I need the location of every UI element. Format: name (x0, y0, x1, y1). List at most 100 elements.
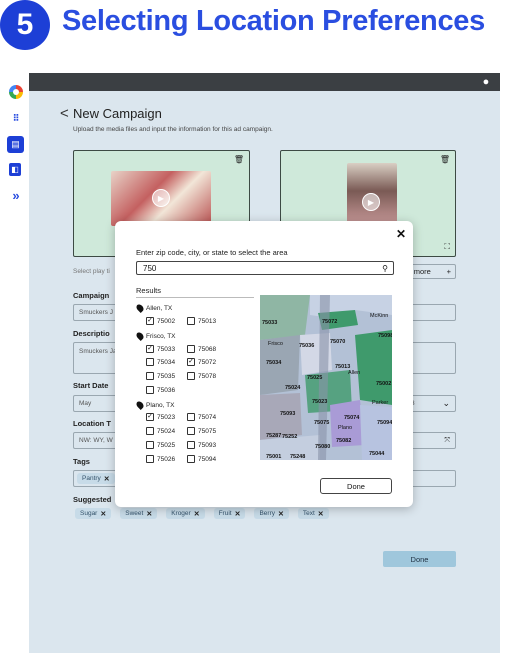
results-heading: Results (136, 286, 162, 295)
close-icon[interactable]: ✕ (396, 227, 406, 241)
suggested-tags-row: Sugar ✕ Sweet ✕ Kroger ✕ Fruit ✕ Berry ✕ Text… (75, 508, 329, 519)
chevron-down-icon: ⌄ (442, 398, 450, 408)
tags-label: Tags (73, 457, 90, 466)
map-label: 75072 (322, 319, 338, 325)
play-icon[interactable]: ▶ (362, 193, 380, 211)
video-thumbnail[interactable]: ▶ (347, 163, 397, 225)
checkbox[interactable] (146, 386, 154, 394)
map-label: 75070 (330, 339, 346, 345)
map-label: McKinn (370, 313, 389, 319)
modal-done-button[interactable]: Done (320, 478, 392, 494)
checkbox[interactable] (187, 372, 195, 380)
checkbox[interactable]: ✓ (146, 345, 154, 353)
location-prompt: Enter zip code, city, or state to select… (136, 248, 288, 257)
suggested-tag-chip[interactable]: Berry ✕ (254, 508, 289, 519)
search-icon[interactable]: ⚲ (382, 264, 388, 273)
zip-option[interactable]: 75068 (187, 345, 216, 353)
zip-option[interactable]: 75024 (146, 427, 175, 435)
remove-tag-icon[interactable]: ✕ (235, 510, 241, 518)
checkbox[interactable] (146, 358, 154, 366)
map-pin-icon (135, 400, 145, 410)
select-play-hint: Select play ti (73, 268, 110, 275)
video-thumbnail[interactable]: ▶ (111, 171, 211, 226)
zip-option[interactable]: ✓ 75023 (146, 413, 175, 421)
zip-option[interactable]: 75094 (187, 455, 216, 463)
zip-option[interactable]: 75093 (187, 441, 216, 449)
remove-tag-icon[interactable]: ✕ (318, 510, 324, 518)
expand-chevron-icon[interactable]: » (9, 188, 23, 203)
suggested-tag-chip[interactable]: Kroger ✕ (166, 508, 205, 519)
fullscreen-icon[interactable]: ⛶ (444, 242, 450, 252)
checkbox[interactable] (187, 317, 195, 325)
campaign-label: Campaign (73, 291, 110, 300)
zip-option[interactable]: ✓ 75033 (146, 345, 175, 353)
remove-tag-icon[interactable]: ✕ (194, 510, 200, 518)
remove-tag-icon[interactable]: ✕ (146, 510, 152, 518)
done-button[interactable]: Done (383, 551, 456, 567)
zip-option[interactable]: 75034 (146, 358, 175, 366)
map-label: 75248 (290, 454, 306, 460)
checkbox[interactable] (146, 372, 154, 380)
map-label: 75287 (266, 433, 282, 439)
checkbox[interactable] (146, 441, 154, 449)
play-icon[interactable]: ▶ (152, 189, 170, 207)
trash-icon[interactable]: 🗑 (234, 155, 244, 164)
checkbox[interactable]: ✓ (146, 317, 154, 325)
checkbox[interactable]: ✓ (187, 358, 195, 366)
zip-option[interactable]: 75075 (187, 427, 216, 435)
add-more-label: l more (410, 267, 431, 276)
map-label: 75098 (378, 333, 392, 339)
zip-option[interactable]: 75078 (187, 372, 216, 380)
map-label: Allen (348, 370, 361, 376)
back-chevron-icon[interactable]: < (60, 105, 69, 122)
location-label: Location T (73, 419, 111, 428)
zip-option[interactable]: 75026 (146, 455, 175, 463)
zip-option[interactable]: 75025 (146, 441, 175, 449)
map-label: 75252 (282, 434, 298, 440)
remove-tag-icon[interactable]: ✕ (278, 510, 284, 518)
map-label: 75036 (299, 343, 315, 349)
map-label: 75044 (369, 451, 385, 457)
map-label: 75080 (315, 444, 331, 450)
suggested-tag-chip[interactable]: Sweet ✕ (120, 508, 158, 519)
plus-icon: + (446, 267, 451, 276)
checkbox[interactable] (187, 427, 195, 435)
document-icon[interactable]: ▤ (7, 136, 24, 153)
checkbox[interactable] (146, 455, 154, 463)
page-subtitle: Upload the media files and input the inf… (73, 126, 273, 133)
checkbox[interactable]: ✓ (146, 413, 154, 421)
suggested-tag-chip[interactable]: Fruit ✕ (213, 508, 246, 519)
checkbox[interactable] (146, 427, 154, 435)
tag-chip[interactable]: Pantry ✕ (77, 473, 115, 484)
zip-option[interactable]: 75013 (187, 317, 216, 325)
checkbox[interactable] (187, 455, 195, 463)
checkbox[interactable] (187, 413, 195, 421)
remove-tag-icon[interactable]: ✕ (104, 475, 110, 483)
map-label: 75093 (280, 411, 296, 417)
zip-option[interactable]: ✓ 75072 (187, 358, 216, 366)
app-logo-icon[interactable] (9, 85, 23, 99)
apps-grid-icon[interactable]: ⠿ (9, 111, 23, 125)
zip-option[interactable]: ✓ 75002 (146, 317, 175, 325)
location-search-input[interactable]: 750 ⚲ (136, 261, 394, 275)
contacts-icon[interactable]: ◧ (9, 163, 21, 176)
trash-icon[interactable]: 🗑 (440, 155, 450, 164)
step-number-badge: 5 (0, 0, 50, 50)
user-icon[interactable]: ● (480, 76, 492, 88)
city-allen: Allen, TX (135, 303, 172, 313)
map-label: 75025 (307, 375, 323, 381)
zip-area-map[interactable]: 75033 75072 McKinn 75036 75070 75034 750… (260, 295, 392, 460)
checkbox[interactable] (187, 441, 195, 449)
checkbox[interactable] (187, 345, 195, 353)
suggested-tag-chip[interactable]: Text ✕ (297, 508, 329, 519)
zip-option[interactable]: 75036 (146, 386, 175, 394)
suggested-tag-chip[interactable]: Sugar ✕ (75, 508, 112, 519)
expand-icon[interactable]: ⤧ (444, 437, 450, 445)
city-frisco: Frisco, TX (135, 331, 176, 341)
zip-option[interactable]: 75074 (187, 413, 216, 421)
remove-tag-icon[interactable]: ✕ (100, 510, 106, 518)
zip-option[interactable]: 75035 (146, 372, 175, 380)
description-label: Descriptio (73, 329, 110, 338)
suggested-label: Suggested (73, 495, 112, 504)
map-label: 75034 (266, 360, 282, 366)
